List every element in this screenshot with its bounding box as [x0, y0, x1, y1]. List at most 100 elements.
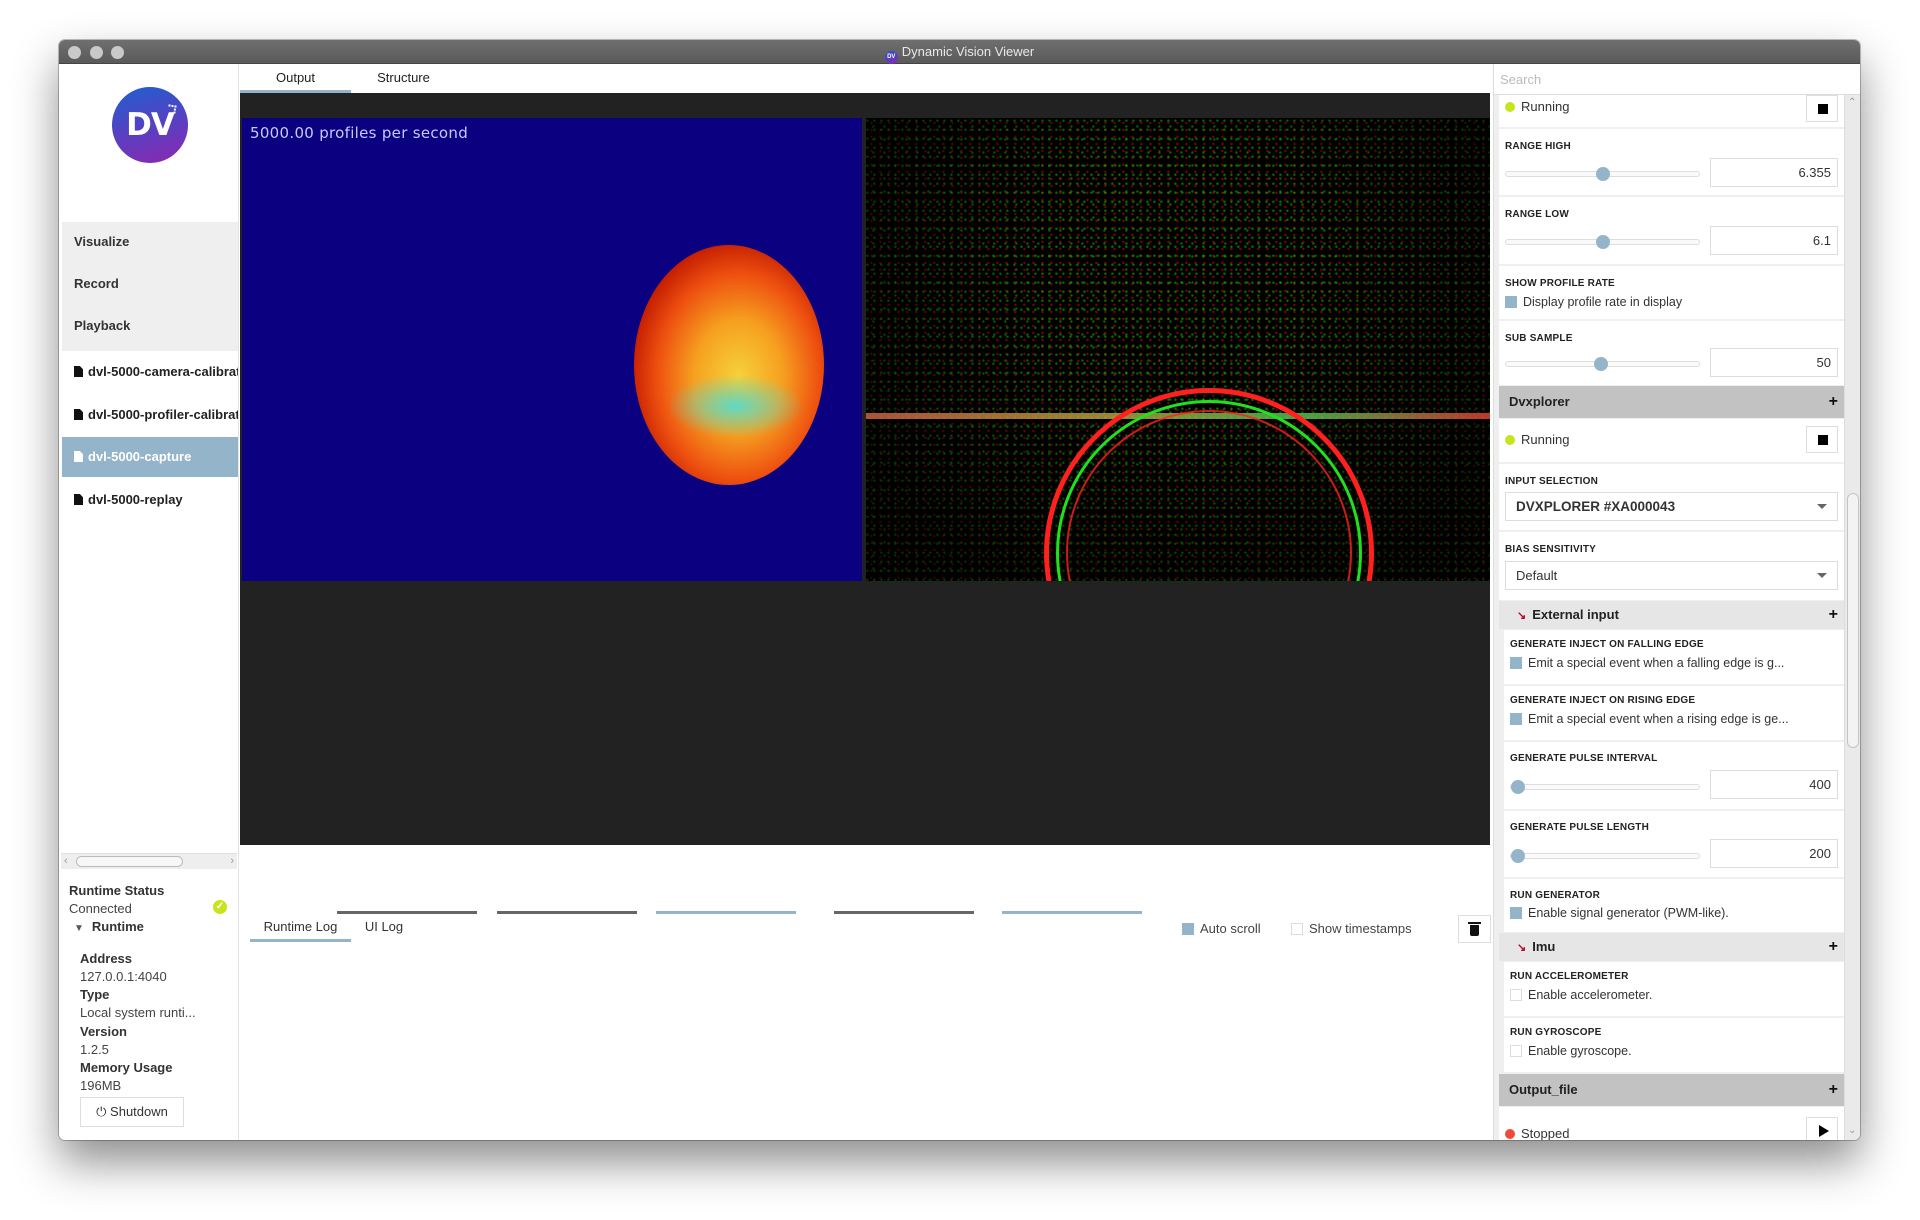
checkbox-checked[interactable] [1510, 657, 1522, 669]
slider-knob[interactable] [1511, 849, 1525, 863]
sub-sample-row: SUB SAMPLE 50 [1499, 321, 1844, 385]
file-item-camera-calibration[interactable]: dvl-5000-camera-calibration [62, 352, 238, 392]
check-circle-icon: ✓ [213, 900, 227, 914]
run-generator-checkbox[interactable]: Enable signal generator (PWM-like). [1510, 906, 1729, 920]
status-dot-running [1505, 435, 1515, 445]
input-selection-label: INPUT SELECTION [1505, 476, 1599, 487]
file-item-replay[interactable]: dvl-5000-replay [62, 480, 238, 520]
tab-output[interactable]: Output [240, 64, 351, 93]
inject-rising-label: GENERATE INJECT ON RISING EDGE [1510, 695, 1696, 706]
plus-icon[interactable]: + [1829, 386, 1838, 418]
chevron-down-icon [1817, 573, 1827, 578]
range-high-slider[interactable] [1505, 167, 1700, 181]
inject-rising-checkbox[interactable]: Emit a special event when a rising edge … [1510, 712, 1789, 726]
subsection-imu[interactable]: ↘ Imu + [1499, 933, 1844, 961]
search-input[interactable] [1494, 64, 1860, 94]
run-gyroscope-checkbox[interactable]: Enable gyroscope. [1510, 1044, 1632, 1058]
sub-sample-slider[interactable] [1505, 357, 1700, 371]
inject-falling-label: GENERATE INJECT ON FALLING EDGE [1510, 639, 1704, 650]
pulse-interval-slider[interactable] [1510, 780, 1700, 794]
inject-rising-desc: Emit a special event when a rising edge … [1528, 712, 1789, 726]
section-dvxplorer[interactable]: Dvxplorer + [1499, 386, 1844, 418]
stop-button[interactable] [1806, 426, 1838, 453]
pulse-length-slider[interactable] [1510, 849, 1700, 863]
run-accelerometer-label: RUN ACCELEROMETER [1510, 971, 1629, 982]
range-high-input[interactable]: 6.355 [1710, 158, 1838, 187]
log-panel: Runtime Log UI Log Auto scroll Show time… [240, 914, 1491, 1140]
plus-icon[interactable]: + [1829, 601, 1838, 629]
slider-knob[interactable] [1511, 780, 1525, 794]
checkbox-unchecked[interactable] [1291, 923, 1303, 935]
slider-knob[interactable] [1596, 235, 1610, 249]
scrollbar-thumb[interactable] [76, 856, 183, 867]
file-item-profiler-calibration[interactable]: dvl-5000-profiler-calibration [62, 395, 238, 435]
pulse-interval-input[interactable]: 400 [1710, 770, 1838, 799]
chevron-down-icon [1817, 504, 1827, 509]
memory-usage-value: 196MB [80, 1078, 122, 1093]
app-window: DV Dynamic Vision Viewer DV Visualize Rec… [59, 40, 1860, 1140]
checkbox-checked[interactable] [1510, 907, 1522, 919]
shutdown-label: Shutdown [110, 1104, 168, 1119]
shutdown-button[interactable]: ⏻ Shutdown [80, 1097, 184, 1127]
stop-icon [1818, 104, 1828, 114]
nav-record[interactable]: Record [74, 276, 119, 291]
subsection-external-input[interactable]: ↘ External input + [1499, 601, 1844, 629]
checkbox-unchecked[interactable] [1510, 989, 1522, 1001]
scroll-right-icon[interactable]: › [230, 854, 234, 869]
bias-sensitivity-dropdown[interactable]: Default [1505, 561, 1838, 590]
nav-playback[interactable]: Playback [74, 318, 130, 333]
sidebar: DV Visualize Record Playback dvl-5000-ca… [59, 64, 239, 1140]
section-title: Output_file [1509, 1082, 1578, 1097]
nav-visualize[interactable]: Visualize [74, 234, 129, 249]
file-icon [74, 409, 83, 420]
auto-scroll-checkbox[interactable]: Auto scroll [1182, 921, 1261, 936]
slider-knob[interactable] [1596, 167, 1610, 181]
clear-log-button[interactable] [1458, 915, 1491, 943]
file-icon [74, 451, 83, 462]
trash-icon [1470, 925, 1479, 936]
show-timestamps-checkbox[interactable]: Show timestamps [1291, 921, 1412, 936]
type-value: Local system runti... [80, 1005, 196, 1020]
checkbox-checked[interactable] [1182, 923, 1194, 935]
play-button[interactable] [1806, 1117, 1838, 1140]
runtime-status-value: Connected [69, 901, 132, 916]
checkbox-checked[interactable] [1505, 296, 1517, 308]
file-item-capture[interactable]: dvl-5000-capture [62, 437, 238, 477]
checkbox-unchecked[interactable] [1510, 1045, 1522, 1057]
tab-structure[interactable]: Structure [351, 64, 456, 93]
status-label: Running [1521, 432, 1570, 447]
plus-icon[interactable]: + [1829, 933, 1838, 961]
config-scroll-area: Running RANGE HIGH 6.355 RANGE LOW 6.1 S… [1494, 95, 1844, 1140]
address-label: Address [80, 951, 133, 966]
config-vertical-scrollbar[interactable]: ⌃ ⌄ [1844, 95, 1860, 1140]
output-viewer: 5000.00 profiles per second dvldv-latenc… [240, 93, 1490, 938]
range-low-slider[interactable] [1505, 235, 1700, 249]
tab-runtime-log[interactable]: Runtime Log [250, 914, 351, 942]
play-icon [1819, 1125, 1829, 1137]
pulse-length-input[interactable]: 200 [1710, 839, 1838, 868]
inject-falling-checkbox[interactable]: Emit a special event when a falling edge… [1510, 656, 1784, 670]
runtime-group-toggle[interactable]: ▼ Runtime [74, 919, 144, 934]
main-area: Output Structure 5000.00 profiles per se… [240, 64, 1491, 1140]
runtime-group-label: Runtime [91, 919, 144, 934]
checkbox-checked[interactable] [1510, 713, 1522, 725]
input-selection-dropdown[interactable]: DVXPLORER #XA000043 [1505, 492, 1838, 521]
range-low-input[interactable]: 6.1 [1710, 226, 1838, 255]
run-accelerometer-checkbox[interactable]: Enable accelerometer. [1510, 988, 1652, 1002]
plus-icon[interactable]: + [1829, 1074, 1838, 1106]
scroll-left-icon[interactable]: ‹ [64, 854, 68, 869]
scroll-up-icon[interactable]: ⌃ [1848, 97, 1856, 108]
stop-button[interactable] [1806, 95, 1838, 122]
section-title: Dvxplorer [1509, 394, 1570, 409]
sidebar-horizontal-scrollbar[interactable]: ‹ › [61, 853, 237, 869]
file-icon [74, 494, 83, 505]
section-output-file[interactable]: Output_file + [1499, 1074, 1844, 1106]
profile-rate-overlay: 5000.00 profiles per second [250, 124, 469, 142]
scroll-down-icon[interactable]: ⌄ [1848, 1125, 1856, 1136]
sub-sample-input[interactable]: 50 [1710, 348, 1838, 377]
show-profile-rate-checkbox[interactable]: Display profile rate in display [1505, 295, 1682, 309]
tab-ui-log[interactable]: UI Log [359, 914, 409, 942]
scrollbar-thumb[interactable] [1847, 493, 1859, 748]
slider-knob[interactable] [1594, 357, 1608, 371]
selected-value: Default [1516, 568, 1558, 583]
